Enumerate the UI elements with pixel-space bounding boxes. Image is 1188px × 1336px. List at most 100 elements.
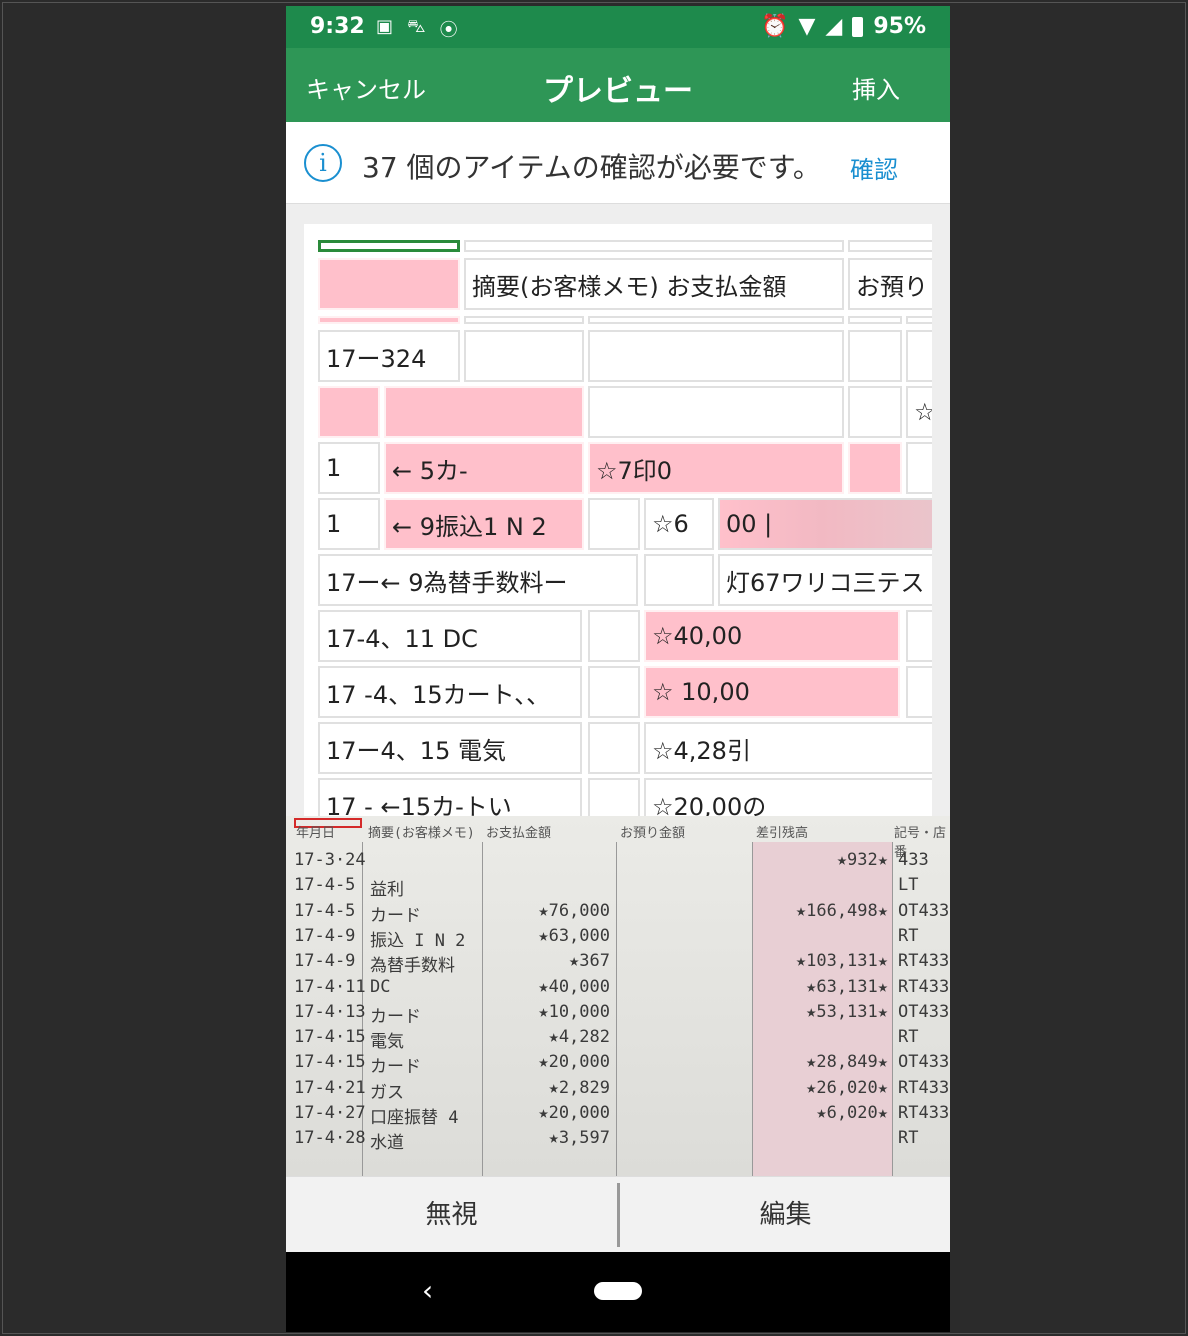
table-cell[interactable]: ☆7印0 [588, 442, 844, 494]
table-cell[interactable]: 17 -4、15カート、、 [318, 666, 582, 718]
scan-balance: ★932★ [836, 850, 888, 870]
back-icon[interactable]: ‹ [422, 1274, 433, 1307]
home-pill-icon[interactable] [594, 1282, 642, 1300]
column-rule [752, 842, 753, 1176]
scan-balance: ★63,131★ [806, 976, 888, 997]
table-cell[interactable]: ☆20,00の [644, 778, 932, 816]
table-cell[interactable] [318, 386, 380, 438]
column-rule [482, 842, 483, 1176]
scan-date: 17-4·15 [294, 1052, 366, 1073]
table-cell[interactable] [464, 316, 584, 324]
table-cell[interactable] [464, 240, 844, 252]
table-cell[interactable]: 17-4、11 DC [318, 610, 582, 662]
table-cell[interactable] [848, 386, 902, 438]
scanned-passbook-image: 年月日 摘要(お客様メモ) お支払金額 お預り金額 差引残高 記号・店番 17-3·24 ★9… [286, 816, 950, 1176]
table-cell[interactable] [906, 442, 932, 494]
table-cell[interactable] [588, 498, 640, 550]
scan-code: RT433 [898, 976, 950, 997]
edit-button[interactable]: 編集 [620, 1177, 950, 1253]
table-cell[interactable] [848, 330, 902, 382]
table-cell[interactable]: 17ー324 [318, 330, 460, 382]
signal-icon: ◢ [825, 14, 843, 39]
info-icon: i [304, 144, 342, 182]
table-cell[interactable]: ☆4,28引 [644, 722, 932, 774]
status-notification-icons: ▣ ⛍ ⦿ [376, 16, 458, 42]
table-preview[interactable]: 摘要(お客様メモ) お支払金額 お預り 17ー324 ☆ 1 ← 5カ- ☆7印… [286, 204, 950, 816]
table-cell[interactable] [384, 386, 584, 438]
review-notice-bar: i 37 個のアイテムの確認が必要です。 確認 [286, 122, 950, 204]
scan-header-label: 差引残高 [756, 826, 809, 841]
scan-memo: ガス [370, 1082, 404, 1103]
table-cell[interactable]: 17ー← 9為替手数料ー [318, 554, 638, 606]
scan-header-label: 摘要(お客様メモ) [368, 826, 475, 841]
table-cell[interactable] [588, 316, 844, 324]
table-cell[interactable] [588, 666, 640, 718]
table-cell[interactable] [848, 442, 902, 494]
scan-date: 17-4·28 [294, 1128, 366, 1149]
table-cell[interactable]: ☆40,00 [644, 610, 900, 662]
table-cell[interactable] [644, 554, 714, 606]
scan-date: 17-4·21 [294, 1077, 366, 1098]
table-cell[interactable] [588, 778, 640, 816]
selected-cell[interactable] [318, 240, 460, 252]
scan-memo: 益利 [370, 880, 404, 901]
scan-balance: ★103,131★ [795, 951, 888, 972]
table-cell[interactable]: 1 [318, 498, 380, 550]
car-icon: ⛍ [407, 16, 426, 37]
review-notice-text: 37 個のアイテムの確認が必要です。 [362, 151, 821, 184]
alarm-icon: ⏰ [761, 14, 789, 39]
table-cell[interactable] [906, 610, 932, 662]
status-time: 9:32 [310, 14, 365, 39]
table-cell-redacted[interactable]: 00 | [718, 498, 932, 550]
confirm-link[interactable]: 確認 [850, 150, 898, 185]
ignore-button[interactable]: 無視 [286, 1177, 617, 1253]
scan-pay: ★63,000 [538, 925, 610, 946]
table-cell[interactable]: ← 9振込1 N 2 [384, 498, 584, 550]
scan-memo: 為替手数料 [370, 956, 455, 977]
table-cell[interactable]: ☆6 [644, 498, 714, 550]
action-bar: 無視 編集 [286, 1176, 950, 1252]
scan-pay: ★2,829 [548, 1077, 610, 1098]
table-cell[interactable]: 灯67ワリコ三テス [718, 554, 932, 606]
table-header-cell[interactable]: お預り [848, 258, 932, 310]
scan-memo: 振込 I N 2 [370, 930, 466, 951]
location-icon: ⦿ [439, 20, 458, 41]
scan-code: RT433 [898, 951, 950, 972]
table-cell[interactable] [588, 722, 640, 774]
scan-header-label: 年月日 [296, 826, 336, 841]
scan-code: OT433 [898, 1001, 950, 1022]
scan-date: 17-4-5 [294, 900, 356, 921]
scan-memo: カード [370, 1057, 421, 1078]
table-cell[interactable]: ☆ 10,00 [644, 666, 900, 718]
scan-pay: ★20,000 [538, 1103, 610, 1123]
scan-date: 17-4·15 [294, 1027, 366, 1048]
table-cell[interactable]: ← 5カ- [384, 442, 584, 494]
scan-date: 17-4·27 [294, 1103, 366, 1123]
status-bar: 9:32 ▣ ⛍ ⦿ ⏰ ▼ ◢ 95% [286, 6, 950, 48]
wifi-icon: ▼ [798, 14, 816, 39]
table-cell[interactable]: 1 [318, 442, 380, 494]
table-header-cell[interactable]: 摘要(お客様メモ) お支払金額 [464, 258, 844, 310]
phone-screen: 9:32 ▣ ⛍ ⦿ ⏰ ▼ ◢ 95% キャンセル プレビュー 挿入 i 37… [286, 6, 950, 1332]
table-cell[interactable]: 17ー4、15 電気 [318, 722, 582, 774]
scan-date: 17-4·11 [294, 976, 366, 997]
scan-pay: ★3,597 [548, 1128, 610, 1149]
scan-code: LT [898, 875, 919, 896]
table-cell[interactable] [906, 666, 932, 718]
table-cell[interactable] [588, 330, 844, 382]
scan-balance: ★6,020★ [816, 1103, 888, 1123]
table-cell[interactable] [464, 330, 584, 382]
table-cell[interactable] [588, 610, 640, 662]
insert-button[interactable]: 挿入 [852, 70, 900, 105]
table-cell[interactable] [318, 258, 460, 310]
table-cell[interactable] [848, 316, 902, 324]
scan-code: RT433 [898, 1103, 950, 1123]
table-cell[interactable] [906, 316, 932, 324]
table-cell[interactable] [588, 386, 844, 438]
table-cell[interactable]: 17 - ←15カ-トい [318, 778, 582, 816]
table-cell[interactable] [848, 240, 932, 252]
table-cell[interactable]: ☆ [906, 386, 932, 438]
table-cell[interactable] [318, 316, 460, 324]
table-cell[interactable] [906, 330, 932, 382]
scan-code: 433 [898, 850, 929, 870]
